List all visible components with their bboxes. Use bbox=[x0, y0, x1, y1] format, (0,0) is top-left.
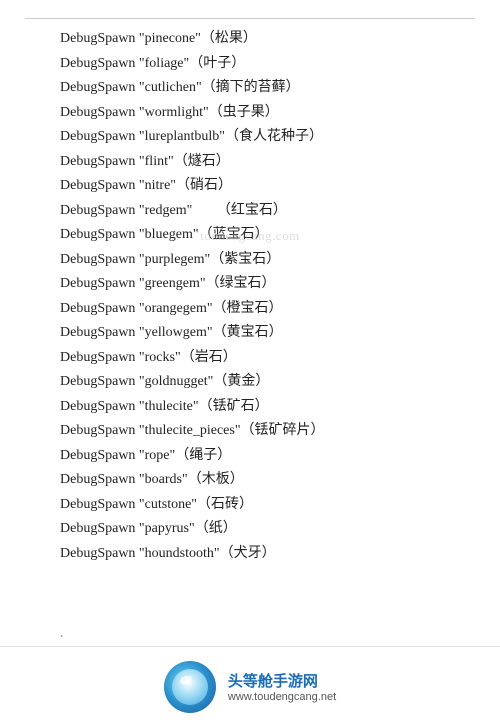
list-item: DebugSpawn "cutlichen"（摘下的苔藓） bbox=[60, 76, 440, 101]
site-name: 头等舱手游网 bbox=[228, 670, 336, 691]
site-url: www.toudengcang.net bbox=[228, 691, 336, 703]
list-item: DebugSpawn "houndstooth"（犬牙） bbox=[60, 542, 440, 567]
list-item: DebugSpawn "boards"（木板） bbox=[60, 468, 440, 493]
list-item: DebugSpawn "foliage"（叶子） bbox=[60, 52, 440, 77]
list-item: DebugSpawn "goldnugget"（黄金） bbox=[60, 370, 440, 395]
list-item: DebugSpawn "thulecite"（铥矿石） bbox=[60, 395, 440, 420]
list-item: DebugSpawn "greengem"（绿宝石） bbox=[60, 272, 440, 297]
list-item: DebugSpawn "bluegem"（蓝宝石） bbox=[60, 223, 440, 248]
footer: 头等舱手游网 www.toudengcang.net bbox=[0, 646, 500, 726]
list-item: DebugSpawn "lureplantbulb"（食人花种子） bbox=[60, 125, 440, 150]
content-area: DebugSpawn "pinecone"（松果）DebugSpawn "fol… bbox=[0, 27, 500, 566]
list-item: DebugSpawn "rocks"（岩石） bbox=[60, 346, 440, 371]
logo-inner bbox=[172, 669, 208, 705]
site-logo bbox=[164, 661, 216, 713]
list-item: DebugSpawn "pinecone"（松果） bbox=[60, 27, 440, 52]
list-item: DebugSpawn "rope"（绳子） bbox=[60, 444, 440, 469]
list-item: DebugSpawn "thulecite_pieces"（铥矿碎片） bbox=[60, 419, 440, 444]
logo-highlight bbox=[179, 674, 193, 686]
list-item: DebugSpawn "flint"（燧石） bbox=[60, 150, 440, 175]
list-item: DebugSpawn "purplegem"（紫宝石） bbox=[60, 248, 440, 273]
list-item: DebugSpawn "papyrus"（纸） bbox=[60, 517, 440, 542]
top-divider bbox=[25, 18, 475, 19]
list-item: DebugSpawn "orangegem"（橙宝石） bbox=[60, 297, 440, 322]
list-item: DebugSpawn "redgem" （红宝石） bbox=[60, 199, 440, 224]
list-item: DebugSpawn "cutstone"（石砖） bbox=[60, 493, 440, 518]
site-info: 头等舱手游网 www.toudengcang.net bbox=[228, 670, 336, 703]
list-item: DebugSpawn "wormlight"（虫子果） bbox=[60, 101, 440, 126]
dot-bottom: . bbox=[60, 626, 64, 642]
list-item: DebugSpawn "nitre"（硝石） bbox=[60, 174, 440, 199]
list-item: DebugSpawn "yellowgem"（黄宝石） bbox=[60, 321, 440, 346]
